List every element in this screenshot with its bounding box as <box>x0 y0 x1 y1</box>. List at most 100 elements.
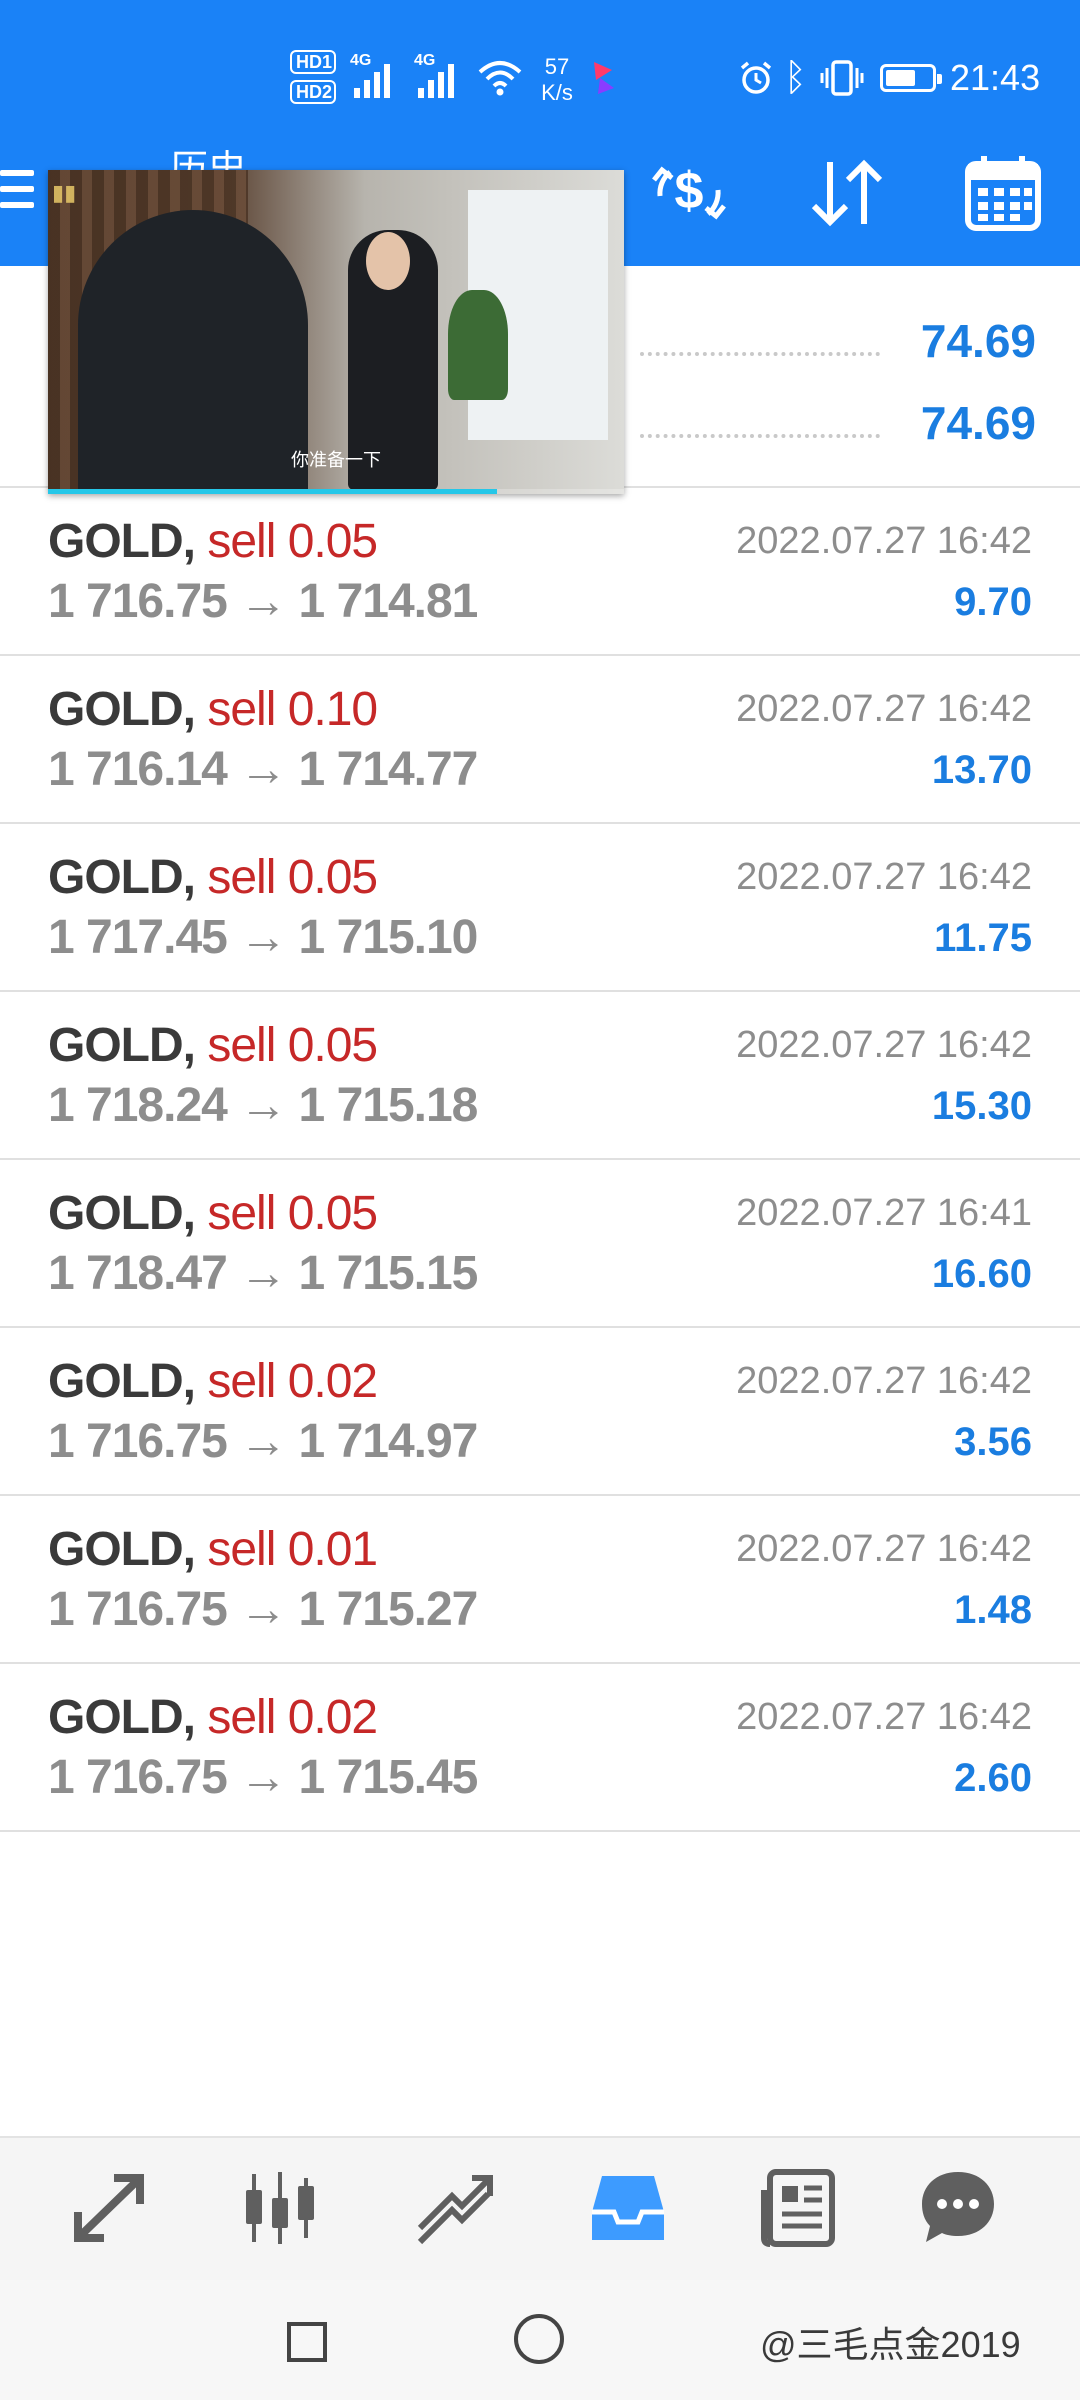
trade-symbol: GOLD, <box>48 1691 196 1744</box>
trade-symbol: GOLD, <box>48 1019 196 1072</box>
status-bar: HD1 HD2 4G 4G 57 K/s ᛒ 21:43 <box>0 0 1080 150</box>
trade-prices: 1 716.75 → 1 715.45 <box>48 1750 479 1805</box>
trade-time: 2022.07.27 16:42 <box>736 1528 1032 1570</box>
leader-dots <box>640 434 880 438</box>
arrow-right-icon: → <box>239 743 287 796</box>
trade-symbol: GOLD, <box>48 1187 196 1240</box>
arrow-right-icon: → <box>239 1079 287 1132</box>
bluetooth-icon: ᛒ <box>784 57 807 99</box>
trade-side-volume: sell 0.10 <box>207 683 378 736</box>
watermark: @三毛点金2019 <box>760 2324 1021 2365</box>
trade-symbol-line: GOLD, sell 0.10 <box>48 682 378 737</box>
trade-side-volume: sell 0.05 <box>207 1187 378 1240</box>
dollar-exchange-icon[interactable]: $ <box>646 150 732 236</box>
trade-prices: 1 717.45 → 1 715.10 <box>48 910 479 965</box>
home-button[interactable] <box>514 2314 564 2364</box>
menu-icon[interactable] <box>0 170 34 216</box>
trade-profit: 3.56 <box>954 1420 1032 1464</box>
open-price: 1 716.75 <box>48 1583 228 1636</box>
summary-value: 74.69 <box>920 397 1036 449</box>
trade-icon[interactable] <box>414 2168 494 2248</box>
close-price: 1 714.77 <box>298 743 479 796</box>
app-notification-icon <box>594 62 614 94</box>
trade-time: 2022.07.27 16:42 <box>736 520 1032 562</box>
open-price: 1 716.75 <box>48 1751 228 1804</box>
open-price: 1 717.45 <box>48 911 228 964</box>
trade-side-volume: sell 0.01 <box>207 1523 378 1576</box>
trade-row[interactable]: GOLD, sell 0.05 1 718.24 → 1 715.18 2022.0… <box>0 992 1080 1160</box>
arrow-right-icon: → <box>239 1751 287 1804</box>
trade-symbol-line: GOLD, sell 0.05 <box>48 1018 378 1073</box>
open-price: 1 718.47 <box>48 1247 228 1300</box>
alarm-icon <box>740 61 772 94</box>
trade-prices: 1 718.47 → 1 715.15 <box>48 1246 479 1301</box>
close-price: 1 714.97 <box>298 1415 479 1468</box>
trade-side-volume: sell 0.02 <box>207 1691 378 1744</box>
trade-side-volume: sell 0.05 <box>207 515 378 568</box>
arrow-right-icon: → <box>239 1247 287 1300</box>
floating-video-player[interactable]: ▮▮ 你准备一下 <box>48 170 624 494</box>
hd2-badge: HD2 <box>290 80 336 104</box>
summary-value: 74.69 <box>920 315 1036 367</box>
close-price: 1 715.10 <box>298 911 479 964</box>
trade-profit: 2.60 <box>954 1756 1032 1800</box>
trade-symbol: GOLD, <box>48 851 196 904</box>
trade-row[interactable]: GOLD, sell 0.02 1 716.75 → 1 715.45 2022.0… <box>0 1664 1080 1832</box>
open-price: 1 716.75 <box>48 1415 228 1468</box>
svg-text:$: $ <box>675 162 704 220</box>
trade-row[interactable]: GOLD, sell 0.10 1 716.14 → 1 714.77 2022.0… <box>0 656 1080 824</box>
speed-value: 57 <box>544 54 570 79</box>
signal-icon: 4G <box>350 52 390 98</box>
trade-symbol: GOLD, <box>48 1355 196 1408</box>
video-progress-bar[interactable] <box>48 489 624 494</box>
trade-row[interactable]: GOLD, sell 0.01 1 716.75 → 1 715.27 2022.0… <box>0 1496 1080 1664</box>
trade-side-volume: sell 0.05 <box>207 1019 378 1072</box>
hd-voice-indicator: HD1 HD2 <box>290 50 336 110</box>
trade-prices: 1 716.75 → 1 714.97 <box>48 1414 479 1469</box>
open-price: 1 718.24 <box>48 1079 228 1132</box>
vibrate-icon <box>820 60 864 96</box>
leader-dots <box>640 352 880 356</box>
network-speed: 57 K/s <box>530 54 584 106</box>
arrow-right-icon: → <box>239 1583 287 1636</box>
close-price: 1 715.18 <box>298 1079 479 1132</box>
trade-side-volume: sell 0.05 <box>207 851 378 904</box>
open-price: 1 716.75 <box>48 575 228 628</box>
close-price: 1 715.15 <box>298 1247 479 1300</box>
trade-prices: 1 716.14 → 1 714.77 <box>48 742 479 797</box>
close-price: 1 715.45 <box>298 1751 479 1804</box>
hd1-badge: HD1 <box>290 50 336 74</box>
trade-profit: 15.30 <box>931 1084 1032 1128</box>
close-price: 1 715.27 <box>298 1583 479 1636</box>
trade-row[interactable]: GOLD, sell 0.02 1 716.75 → 1 714.97 2022.0… <box>0 1328 1080 1496</box>
trade-profit: 11.75 <box>934 916 1032 960</box>
trade-row[interactable]: GOLD, sell 0.05 1 716.75 → 1 714.81 2022.0… <box>0 488 1080 656</box>
video-logo: ▮▮ <box>52 180 77 205</box>
trade-row[interactable]: GOLD, sell 0.05 1 717.45 → 1 715.10 2022.0… <box>0 824 1080 992</box>
sort-icon[interactable] <box>804 150 890 236</box>
trade-profit: 1.48 <box>954 1588 1032 1632</box>
wifi-icon <box>478 61 522 96</box>
chart-icon[interactable] <box>240 2168 320 2248</box>
close-price: 1 714.81 <box>298 575 479 628</box>
battery-icon <box>880 64 942 92</box>
trade-prices: 1 718.24 → 1 715.18 <box>48 1078 479 1133</box>
history-icon[interactable] <box>588 2168 668 2248</box>
recent-apps-button[interactable] <box>287 2322 327 2362</box>
network-type-label: 4G <box>414 52 436 69</box>
trade-time: 2022.07.27 16:42 <box>736 1360 1032 1402</box>
arrow-right-icon: → <box>239 1415 287 1468</box>
trade-symbol-line: GOLD, sell 0.02 <box>48 1354 378 1409</box>
trade-symbol: GOLD, <box>48 1523 196 1576</box>
trade-time: 2022.07.27 16:42 <box>736 1696 1032 1738</box>
trade-profit: 16.60 <box>931 1252 1032 1296</box>
quotes-icon[interactable] <box>70 2168 150 2248</box>
calendar-icon[interactable] <box>960 150 1046 236</box>
news-icon[interactable] <box>760 2168 840 2248</box>
trade-row[interactable]: GOLD, sell 0.05 1 718.47 → 1 715.15 2022.0… <box>0 1160 1080 1328</box>
trade-side-volume: sell 0.02 <box>207 1355 378 1408</box>
trade-symbol-line: GOLD, sell 0.05 <box>48 850 378 905</box>
chat-icon[interactable] <box>918 2168 998 2248</box>
arrow-right-icon: → <box>239 911 287 964</box>
trade-symbol: GOLD, <box>48 515 196 568</box>
